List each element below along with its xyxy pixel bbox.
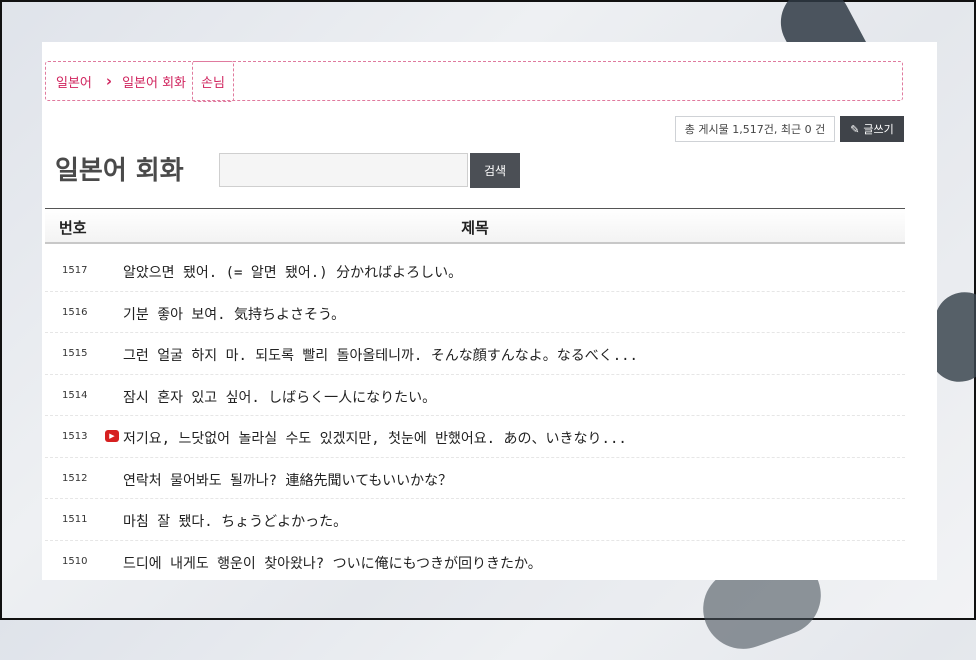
breadcrumb-item-japanese[interactable]: 일본어 (56, 72, 92, 91)
post-title-link[interactable]: 기분 좋아 보여. 気持ちよさそう。 (123, 304, 345, 324)
page-title: 일본어 회화 (55, 156, 184, 186)
breadcrumb-item-guest[interactable]: 손님 (192, 60, 234, 102)
board-panel: 일본어 › 일본어 회화 손님 총 게시물 1,517건, 최근 0 건 ✎ 글… (42, 42, 937, 580)
post-number: 1511 (62, 514, 88, 525)
chevron-right-icon: › (105, 72, 113, 90)
table-row[interactable]: 1512 연락처 물어봐도 될까나? 連絡先聞いてもいいかな？ (45, 458, 905, 499)
pencil-icon: ✎ (850, 122, 860, 136)
post-number: 1515 (62, 348, 88, 359)
post-title-link[interactable]: 그런 얼굴 하지 마. 되도록 빨리 돌아올테니까. そんな顔すんなよ。なるべく… (123, 345, 638, 365)
table-row[interactable]: 1510 드디에 내게도 행운이 찾아왔나? ついに俺にもつきが回りきたか。 (45, 541, 905, 581)
breadcrumb: 일본어 › 일본어 회화 손님 (45, 60, 903, 102)
post-number: 1517 (62, 265, 88, 276)
post-title-link[interactable]: 마침 잘 됐다. ちょうどよかった。 (123, 511, 347, 531)
table-row[interactable]: 1516 기분 좋아 보여. 気持ちよさそう。 (45, 292, 905, 333)
table-row[interactable]: 1515 그런 얼굴 하지 마. 되도록 빨리 돌아올테니까. そんな顔すんなよ… (45, 333, 905, 375)
search-button[interactable]: 검색 (470, 153, 520, 188)
post-number: 1512 (62, 472, 88, 484)
write-button-label: 글쓰기 (863, 123, 894, 136)
post-title-link[interactable]: 드디에 내게도 행운이 찾아왔나? ついに俺にもつきが回りきたか。 (123, 553, 542, 573)
breadcrumb-item-conversation[interactable]: 일본어 회화 (122, 72, 186, 91)
table-row[interactable]: 1514 잠시 혼자 있고 싶어. しばらく一人になりたい。 (45, 375, 905, 416)
post-number: 1514 (62, 389, 88, 401)
post-list: 1517 알았으면 됐어. (= 알면 됐어.) 分かればよろしい。 1516 … (45, 250, 905, 580)
post-count-badge: 총 게시물 1,517건, 최근 0 건 (675, 116, 835, 142)
table-row[interactable]: 1513 ▶ 저기요, 느닷없어 놀라실 수도 있겠지만, 첫눈에 반했어요. … (45, 416, 905, 458)
search-input[interactable] (219, 153, 468, 187)
post-title-link[interactable]: 연락처 물어봐도 될까나? 連絡先聞いてもいいかな？ (123, 470, 452, 490)
table-header: 번호 제목 (45, 208, 905, 244)
write-button[interactable]: ✎ 글쓰기 (840, 116, 904, 142)
post-number: 1513 (62, 431, 88, 442)
table-row[interactable]: 1511 마침 잘 됐다. ちょうどよかった。 (45, 499, 905, 541)
youtube-icon: ▶ (105, 430, 119, 442)
column-header-title: 제목 (461, 219, 489, 237)
post-number: 1516 (62, 306, 88, 318)
post-number: 1510 (62, 555, 88, 567)
post-title-link[interactable]: 잠시 혼자 있고 싶어. しばらく一人になりたい。 (123, 387, 436, 407)
post-title-link[interactable]: 저기요, 느닷없어 놀라실 수도 있겠지만, 첫눈에 반했어요. あの、いきなり… (123, 428, 627, 448)
table-row[interactable]: 1517 알았으면 됐어. (= 알면 됐어.) 分かればよろしい。 (45, 250, 905, 292)
post-title-link[interactable]: 알았으면 됐어. (= 알면 됐어.) 分かればよろしい。 (123, 262, 462, 282)
